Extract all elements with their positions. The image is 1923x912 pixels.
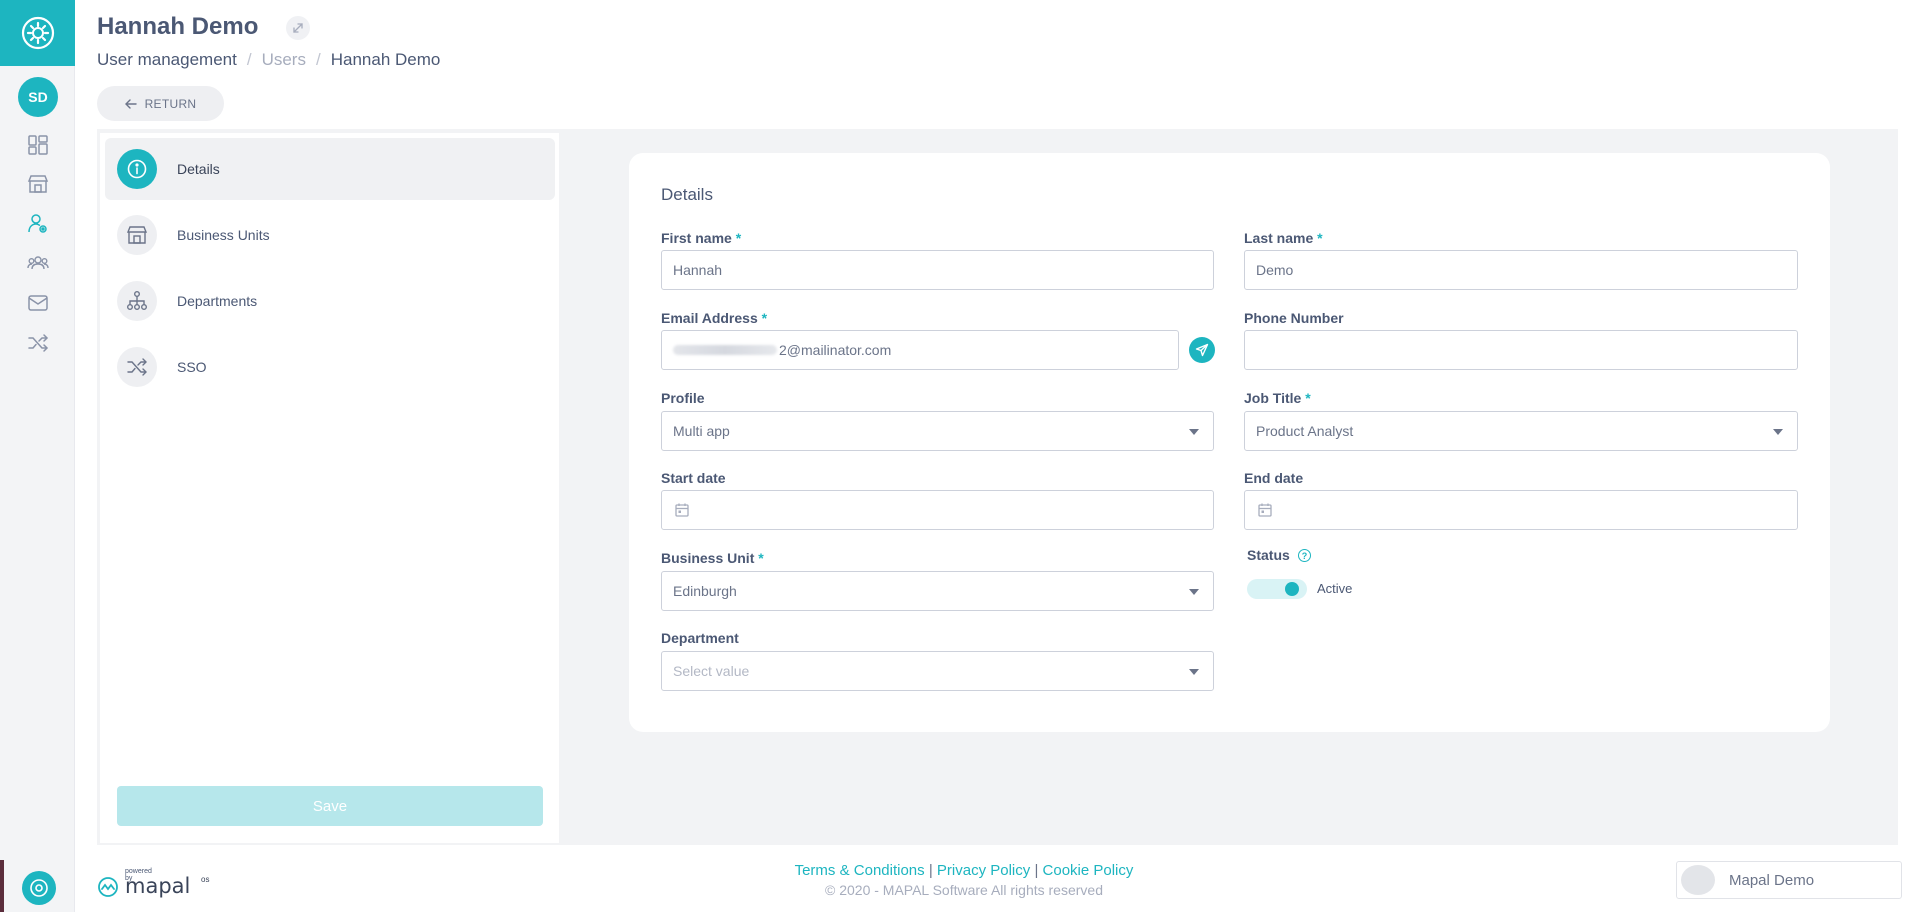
job-title-select[interactable]: Product Analyst bbox=[1244, 411, 1798, 451]
app-root: { "header": { "title": "Hannah Demo", "b… bbox=[0, 0, 1923, 912]
side-nav-label: Business Units bbox=[177, 227, 270, 243]
business-unit-label: Business Unit * bbox=[661, 550, 764, 566]
app-logo[interactable] bbox=[0, 0, 75, 66]
profile-value: Multi app bbox=[673, 423, 730, 439]
expand-button[interactable] bbox=[286, 16, 310, 40]
end-date-label: End date bbox=[1244, 470, 1304, 486]
terms-link[interactable]: Terms & Conditions bbox=[795, 862, 925, 879]
department-select[interactable]: Select value bbox=[661, 651, 1214, 691]
breadcrumb: User management / Users / Hannah Demo bbox=[97, 50, 440, 70]
job-title-label: Job Title * bbox=[1244, 390, 1311, 406]
privacy-link[interactable]: Privacy Policy bbox=[937, 862, 1030, 879]
side-nav-label: Departments bbox=[177, 293, 258, 309]
start-date-field[interactable] bbox=[661, 490, 1214, 530]
team-icon[interactable] bbox=[24, 249, 52, 277]
footer-links: Terms & Conditions | Privacy Policy | Co… bbox=[0, 862, 1923, 879]
side-nav-sso[interactable]: SSO bbox=[105, 336, 555, 398]
footer-separator: | bbox=[1034, 862, 1039, 879]
chevron-down-icon bbox=[1773, 429, 1783, 435]
mail-icon[interactable] bbox=[24, 289, 52, 317]
last-name-label: Last name * bbox=[1244, 230, 1323, 246]
first-name-field[interactable]: Hannah bbox=[661, 250, 1214, 290]
chevron-down-icon bbox=[1189, 429, 1199, 435]
side-nav-label: SSO bbox=[177, 359, 207, 375]
store-icon bbox=[117, 215, 157, 255]
send-icon bbox=[1195, 343, 1209, 357]
user-settings-icon[interactable] bbox=[24, 210, 52, 238]
status-toggle[interactable] bbox=[1247, 579, 1307, 599]
dashboard-icon[interactable] bbox=[24, 131, 52, 159]
redacted-text bbox=[673, 345, 777, 355]
save-button[interactable]: Save bbox=[117, 786, 543, 826]
breadcrumb-current: Hannah Demo bbox=[330, 50, 441, 69]
last-name-field[interactable]: Demo bbox=[1244, 250, 1798, 290]
settings-icon bbox=[21, 16, 54, 50]
phone-field[interactable] bbox=[1244, 330, 1798, 370]
help-icon[interactable]: ? bbox=[1298, 549, 1311, 562]
return-label: RETURN bbox=[144, 96, 197, 111]
phone-label: Phone Number bbox=[1244, 310, 1344, 326]
status-value: Active bbox=[1317, 581, 1353, 596]
toggle-knob bbox=[1285, 582, 1299, 596]
sidebar-rail: SD bbox=[0, 0, 75, 912]
arrow-left-icon bbox=[124, 98, 137, 109]
avatar bbox=[1681, 865, 1715, 895]
side-nav-details[interactable]: Details bbox=[105, 138, 555, 200]
calendar-icon bbox=[675, 503, 689, 517]
business-unit-select[interactable]: Edinburgh bbox=[661, 571, 1214, 611]
profile-label: Profile bbox=[661, 390, 705, 406]
job-title-value: Product Analyst bbox=[1256, 423, 1354, 439]
page-title: Hannah Demo bbox=[97, 13, 259, 40]
details-card: Details First name * Hannah Last name * … bbox=[629, 153, 1830, 732]
shuffle-icon bbox=[117, 347, 157, 387]
chevron-down-icon bbox=[1189, 589, 1199, 595]
email-field[interactable]: 2@mailinator.com bbox=[661, 330, 1179, 370]
breadcrumb-user-management[interactable]: User management bbox=[97, 50, 237, 70]
shuffle-icon[interactable] bbox=[24, 329, 52, 357]
calendar-icon bbox=[1258, 503, 1272, 517]
breadcrumb-separator: / bbox=[246, 50, 252, 69]
card-title: Details bbox=[661, 185, 713, 204]
footer-separator: | bbox=[928, 862, 933, 879]
breadcrumb-separator: / bbox=[315, 50, 321, 69]
info-icon bbox=[117, 149, 157, 189]
status-label: Status bbox=[1247, 547, 1290, 563]
department-placeholder: Select value bbox=[673, 663, 750, 679]
profile-select[interactable]: Multi app bbox=[661, 411, 1214, 451]
copyright-text: © 2020 - MAPAL Software All rights reser… bbox=[825, 882, 1103, 898]
email-label: Email Address * bbox=[661, 310, 768, 326]
return-button[interactable]: RETURN bbox=[97, 86, 224, 121]
send-email-button[interactable] bbox=[1189, 337, 1215, 363]
start-date-label: Start date bbox=[661, 470, 726, 486]
side-nav-panel: Details Business Units Departments SSO S… bbox=[100, 133, 559, 843]
hierarchy-icon bbox=[117, 281, 157, 321]
store-icon[interactable] bbox=[24, 170, 52, 198]
business-unit-value: Edinburgh bbox=[673, 583, 737, 599]
side-nav-label: Details bbox=[177, 161, 220, 177]
chevron-down-icon bbox=[1189, 669, 1199, 675]
user-name: Mapal Demo bbox=[1729, 871, 1815, 889]
avatar[interactable]: SD bbox=[18, 77, 58, 117]
side-nav-business-units[interactable]: Business Units bbox=[105, 204, 555, 266]
user-chip[interactable]: Mapal Demo bbox=[1676, 861, 1902, 899]
side-nav-departments[interactable]: Departments bbox=[105, 270, 555, 332]
expand-icon bbox=[293, 23, 303, 33]
cookie-link[interactable]: Cookie Policy bbox=[1043, 862, 1134, 879]
first-name-label: First name * bbox=[661, 230, 742, 246]
end-date-field[interactable] bbox=[1244, 490, 1798, 530]
department-label: Department bbox=[661, 630, 739, 646]
email-value: 2@mailinator.com bbox=[779, 342, 892, 358]
breadcrumb-users[interactable]: Users bbox=[262, 50, 306, 70]
